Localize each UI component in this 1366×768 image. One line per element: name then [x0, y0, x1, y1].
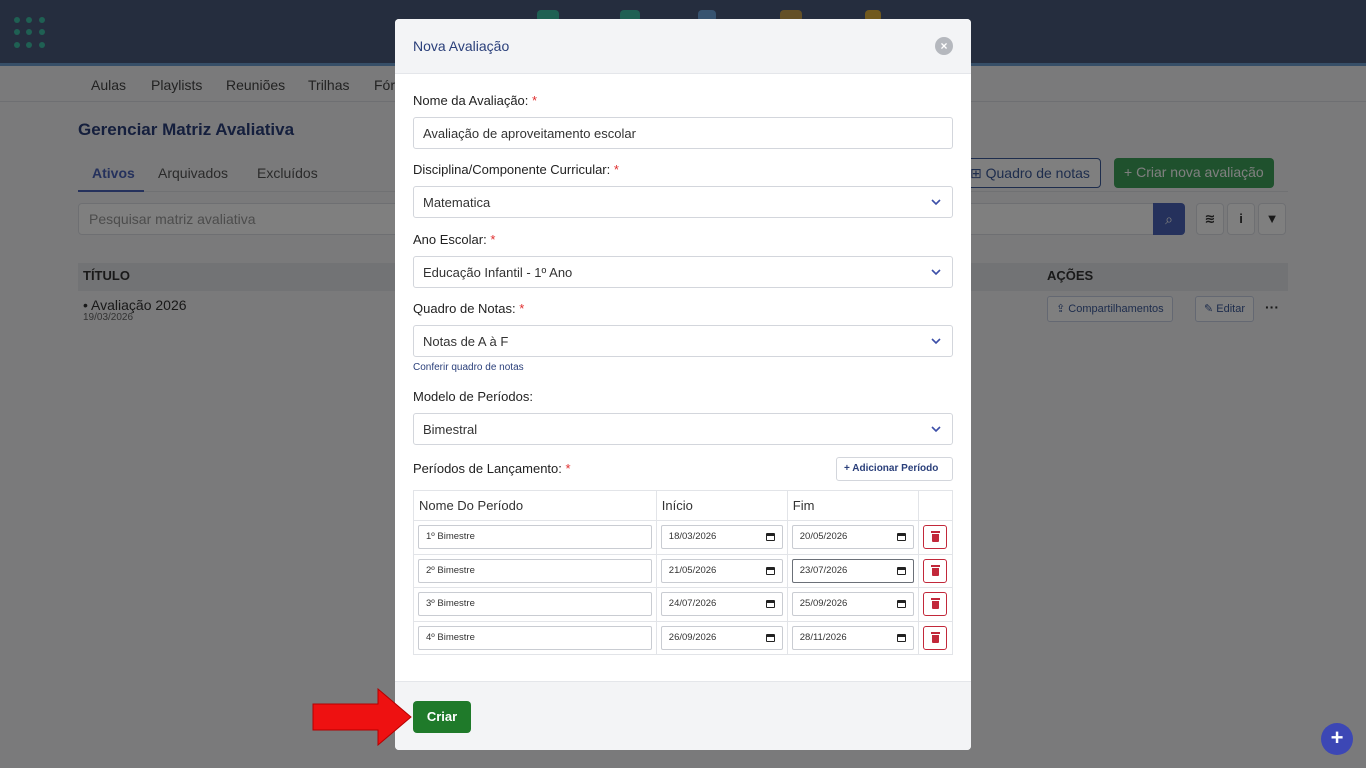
end-date-input[interactable]: 20/05/2026	[791, 525, 914, 550]
start-date-value: 26/09/2026	[668, 631, 717, 643]
create-button[interactable]: Criar	[413, 701, 471, 733]
trash-icon	[931, 531, 941, 543]
add-period-button[interactable]: + Adicionar Período	[836, 457, 953, 481]
grade-label: Ano Escolar: *	[413, 232, 495, 247]
end-date-input[interactable]: 23/07/2026	[791, 558, 914, 583]
table-row: 3º Bimestre 24/07/2026 25/09/2026	[413, 587, 954, 622]
trash-icon	[931, 598, 941, 610]
start-date-input[interactable]: 26/09/2026	[660, 625, 783, 650]
required-mark: *	[490, 232, 496, 247]
period-model-label: Modelo de Períodos:	[413, 389, 533, 404]
chevron-down-icon	[931, 338, 941, 345]
end-date-value: 20/05/2026	[799, 531, 848, 543]
required-mark: *	[532, 93, 538, 108]
delete-period-button[interactable]	[923, 558, 948, 583]
grade-board-select[interactable]: Notas de A à F	[413, 325, 953, 357]
end-date-value: 23/07/2026	[799, 564, 848, 576]
header-start: Início	[655, 490, 788, 521]
calendar-icon[interactable]	[765, 566, 775, 575]
delete-period-button[interactable]	[923, 625, 948, 650]
required-mark: *	[565, 461, 571, 476]
grade-board-label-text: Quadro de Notas:	[413, 301, 516, 316]
modal-header: Nova Avaliação ×	[395, 19, 971, 74]
start-date-value: 21/05/2026	[668, 564, 717, 576]
header-end: Fim	[786, 490, 919, 521]
trash-icon	[931, 631, 941, 643]
start-date-value: 18/03/2026	[668, 531, 717, 543]
chevron-down-icon	[931, 269, 941, 276]
calendar-icon[interactable]	[765, 633, 775, 642]
new-evaluation-modal: Nova Avaliação × Nome da Avaliação: * Av…	[395, 19, 971, 750]
discipline-select[interactable]: Matematica	[413, 186, 953, 218]
end-date-input[interactable]: 28/11/2026	[791, 625, 914, 650]
calendar-icon[interactable]	[896, 600, 906, 609]
header-actions	[917, 490, 954, 521]
period-model-select[interactable]: Bimestral	[413, 413, 953, 445]
table-row: 2º Bimestre 21/05/2026 23/07/2026	[413, 553, 954, 588]
table-row: 1º Bimestre 18/03/2026 20/05/2026	[413, 520, 954, 555]
grade-board-value: Notas de A à F	[423, 334, 509, 349]
add-period-label: Adicionar Período	[852, 463, 939, 474]
calendar-icon[interactable]	[765, 533, 775, 542]
required-mark: *	[613, 162, 619, 177]
grade-board-label: Quadro de Notas: *	[413, 301, 524, 316]
check-grade-board-link[interactable]: Conferir quadro de notas	[413, 362, 524, 373]
name-label-text: Nome da Avaliação:	[413, 93, 529, 108]
modal-title: Nova Avaliação	[413, 38, 510, 54]
period-name-input[interactable]: 1º Bimestre	[418, 525, 652, 550]
periods-label: Períodos de Lançamento: *	[413, 461, 571, 476]
name-label: Nome da Avaliação: *	[413, 93, 537, 108]
period-name-input[interactable]: 4º Bimestre	[418, 625, 652, 650]
end-date-value: 28/11/2026	[799, 631, 847, 643]
calendar-icon[interactable]	[765, 600, 775, 609]
period-name-input[interactable]: 3º Bimestre	[418, 592, 652, 617]
plus-icon: +	[844, 463, 853, 474]
close-icon: ×	[940, 39, 948, 53]
calendar-icon[interactable]	[896, 633, 906, 642]
start-date-value: 24/07/2026	[668, 598, 717, 610]
close-button[interactable]: ×	[935, 37, 953, 55]
start-date-input[interactable]: 21/05/2026	[660, 558, 783, 583]
floating-add-button[interactable]: +	[1321, 723, 1353, 755]
end-date-input[interactable]: 25/09/2026	[791, 592, 914, 617]
period-model-value: Bimestral	[423, 422, 478, 437]
plus-icon: +	[1330, 725, 1344, 750]
periods-label-text: Períodos de Lançamento:	[413, 461, 562, 476]
red-arrow-annotation	[312, 688, 412, 746]
name-field[interactable]: Avaliação de aproveitamento escolar	[413, 117, 953, 149]
end-date-value: 25/09/2026	[799, 598, 848, 610]
periods-table: Nome Do Período Início Fim 1º Bimestre 1…	[413, 490, 954, 655]
grade-select[interactable]: Educação Infantil - 1º Ano	[413, 256, 953, 288]
grade-label-text: Ano Escolar:	[413, 232, 487, 247]
grade-value: Educação Infantil - 1º Ano	[423, 265, 573, 280]
discipline-label-text: Disciplina/Componente Curricular:	[413, 162, 611, 177]
header-period-name: Nome Do Período	[413, 490, 657, 521]
calendar-icon[interactable]	[896, 566, 906, 575]
period-name-input[interactable]: 2º Bimestre	[418, 558, 652, 583]
trash-icon	[931, 564, 941, 576]
modal-footer: Criar	[395, 681, 971, 750]
discipline-label: Disciplina/Componente Curricular: *	[413, 162, 619, 177]
chevron-down-icon	[931, 199, 941, 206]
table-row: 4º Bimestre 26/09/2026 28/11/2026	[413, 620, 954, 655]
delete-period-button[interactable]	[923, 592, 948, 617]
delete-period-button[interactable]	[923, 525, 948, 550]
required-mark: *	[519, 301, 525, 316]
start-date-input[interactable]: 18/03/2026	[660, 525, 783, 550]
periods-table-header: Nome Do Período Início Fim	[413, 490, 954, 521]
calendar-icon[interactable]	[896, 533, 906, 542]
start-date-input[interactable]: 24/07/2026	[660, 592, 783, 617]
discipline-value: Matematica	[423, 195, 491, 210]
chevron-down-icon	[931, 426, 941, 433]
